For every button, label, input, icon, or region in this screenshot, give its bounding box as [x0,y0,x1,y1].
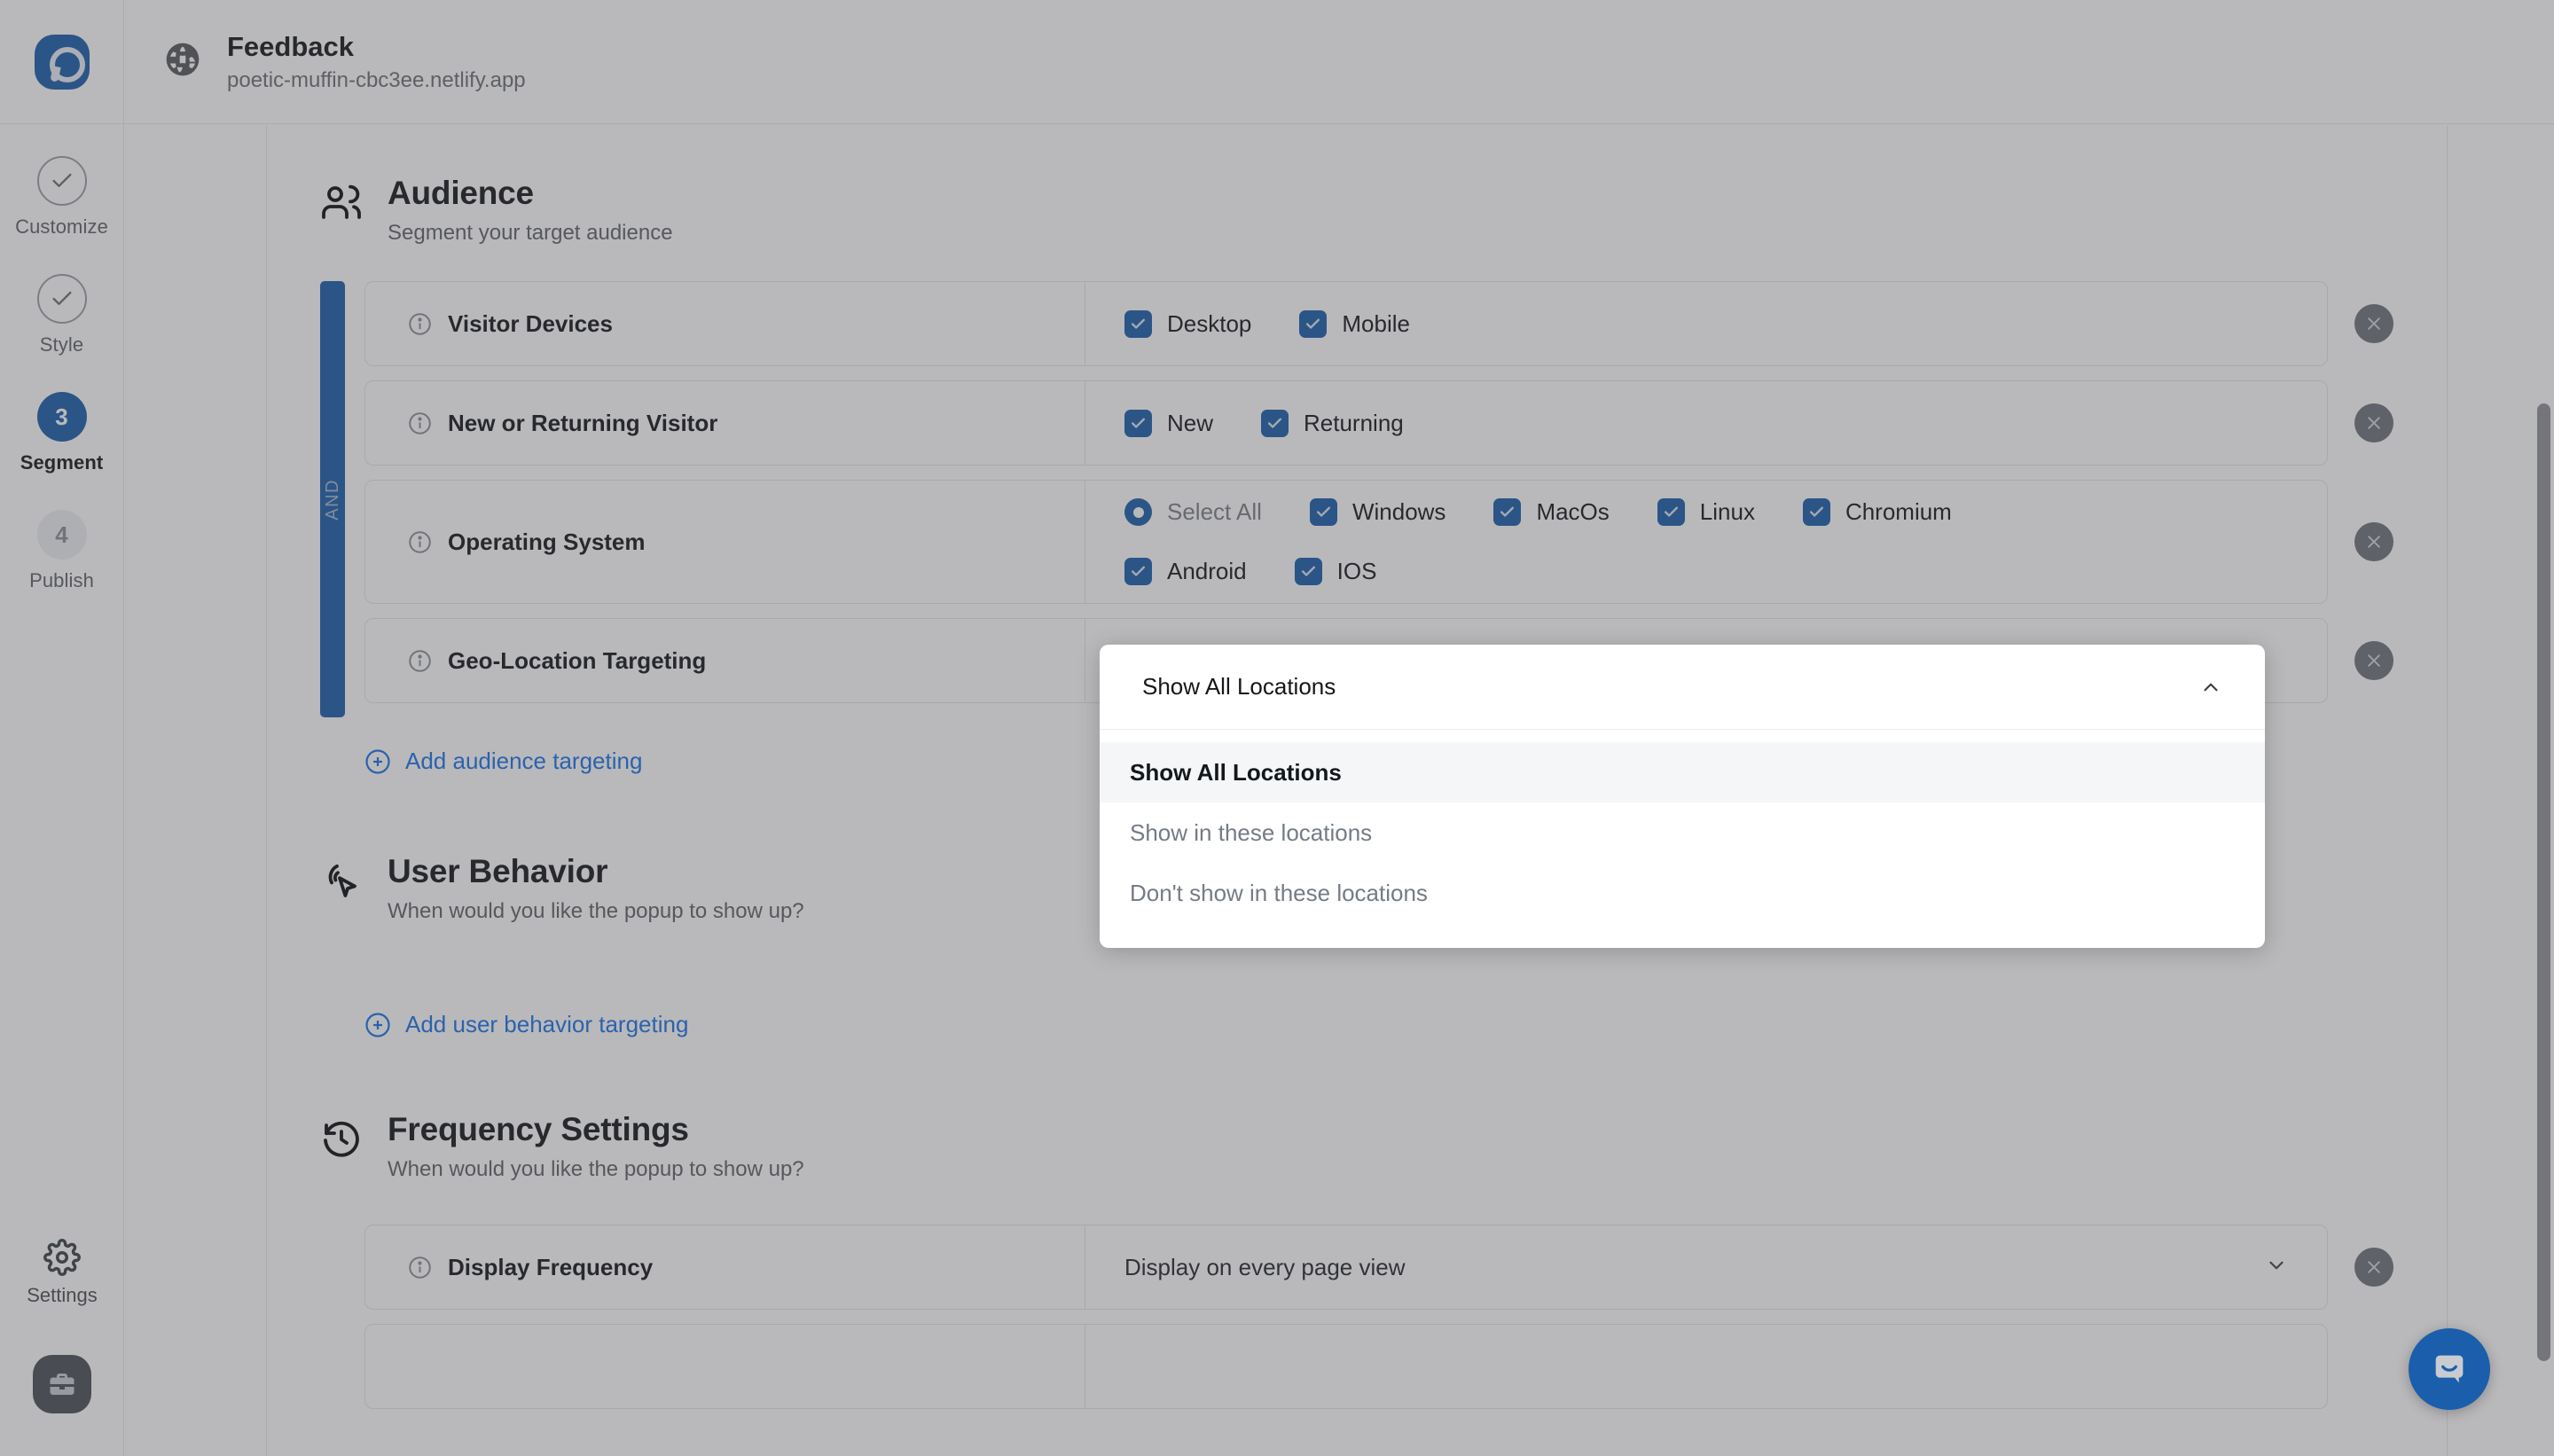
dropdown-option-dont-show-in-these-locations[interactable]: Don't show in these locations [1100,863,2265,923]
app-root: Customize Style 3 Segment 4 Publish Sett… [0,0,2554,1456]
dropdown-option-show-all-locations[interactable]: Show All Locations [1100,742,2265,802]
geo-location-dropdown-control[interactable]: Show All Locations [1100,645,2265,730]
intercom-launcher-button[interactable] [2409,1328,2490,1410]
geo-location-dropdown-value[interactable]: Show All Locations [1142,673,1336,701]
geo-location-dropdown: Show All Locations Show All Locations Sh… [1100,645,2265,948]
chat-bubble-icon [2435,1355,2464,1383]
chevron-up-icon[interactable] [2199,676,2222,699]
geo-location-dropdown-list: Show All Locations Show in these locatio… [1100,730,2265,948]
dropdown-option-show-in-these-locations[interactable]: Show in these locations [1100,802,2265,863]
